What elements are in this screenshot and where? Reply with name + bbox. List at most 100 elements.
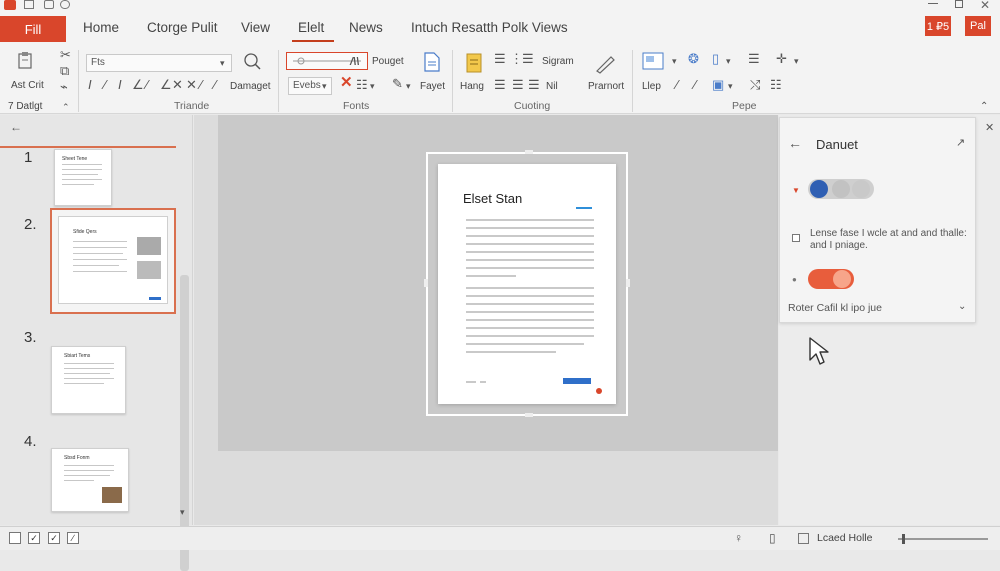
tab-elelt[interactable]: Elelt xyxy=(298,20,324,35)
toggle-switch-1[interactable] xyxy=(808,179,874,199)
fayet-button[interactable]: Fayet xyxy=(420,81,445,92)
slide-thumbnail-2-selected[interactable]: Sfide Qers xyxy=(50,208,176,314)
nil-button[interactable]: Nil xyxy=(546,81,558,92)
prarnort-button[interactable]: Prarnort xyxy=(588,81,624,92)
hang-button[interactable]: Hang xyxy=(460,81,484,92)
zoom-slider-thumb[interactable] xyxy=(902,534,905,544)
slide-thumbnail-3[interactable]: Sbiart Tems xyxy=(51,346,126,414)
delete-icon[interactable]: ✕ xyxy=(340,75,353,90)
hang-icon[interactable] xyxy=(464,52,486,74)
cut-icon[interactable]: ✂ xyxy=(60,48,71,62)
resize-handle-top[interactable] xyxy=(525,150,533,154)
close-pane-icon[interactable]: ✕ xyxy=(985,121,994,135)
share-button[interactable]: Pal xyxy=(965,16,991,36)
layout-icon[interactable] xyxy=(642,52,664,72)
minimize-icon[interactable] xyxy=(928,3,938,4)
bold-italic-icon[interactable]: /\\ xyxy=(350,55,359,69)
panel-dropdown[interactable]: Roter Cafil kl ipo jue xyxy=(788,302,882,314)
slide-thumbnail-4[interactable]: Sbsd Fonm xyxy=(51,448,129,512)
clear-format-icon[interactable]: ✕ xyxy=(172,78,183,92)
panel-checkbox[interactable] xyxy=(792,234,800,242)
page-chevron-icon[interactable]: ▾ xyxy=(726,54,731,68)
strikethrough-icon[interactable]: ⁄ xyxy=(104,78,106,92)
format-painter-icon[interactable]: ⌁ xyxy=(60,80,68,94)
fit-slide-icon[interactable] xyxy=(798,533,809,544)
llep-button[interactable]: Llep xyxy=(642,81,661,92)
pencil-chevron-icon[interactable]: ▾ xyxy=(406,79,411,93)
plus-chevron-icon[interactable]: ▾ xyxy=(794,54,799,68)
resize-handle-bottom[interactable] xyxy=(525,413,533,417)
tab-view[interactable]: View xyxy=(241,20,270,35)
toggle-switch-2[interactable] xyxy=(808,269,854,289)
restore-icon[interactable] xyxy=(955,0,963,8)
quick-access-icon[interactable] xyxy=(44,0,54,9)
chevron-up-icon[interactable]: ⌃ xyxy=(62,100,70,114)
image-chevron-icon[interactable]: ▾ xyxy=(728,79,733,93)
page-action-button[interactable] xyxy=(563,378,591,384)
panel-chevron-down-icon[interactable]: ⌄ xyxy=(958,300,966,314)
brush-icon[interactable]: ∕ xyxy=(676,78,678,92)
tab-home[interactable]: Home xyxy=(83,20,119,35)
format-icon-3[interactable]: ∠ xyxy=(160,78,172,92)
pencil-icon[interactable]: ✎ xyxy=(392,77,403,91)
clipboard-label[interactable]: Ast Crit xyxy=(11,80,44,91)
pen-icon[interactable]: ∕ xyxy=(200,78,202,92)
layout-chevron-icon[interactable]: ▾ xyxy=(672,54,677,68)
account-button[interactable]: 1 ₽5 xyxy=(925,16,951,36)
theme-icon[interactable]: ❂ xyxy=(688,52,699,66)
pen-icon-2[interactable]: ∕ xyxy=(214,78,216,92)
justify-icon[interactable]: ☰ xyxy=(494,78,506,92)
pouget-button[interactable]: Pouget xyxy=(372,56,404,67)
sigram-button[interactable]: Sigram xyxy=(542,56,574,67)
clear-format-icon-2[interactable]: ✕ xyxy=(186,78,197,92)
tab-file[interactable]: Fill xyxy=(0,16,66,42)
back-arrow-icon[interactable]: ← xyxy=(10,120,22,134)
chevron-down-icon[interactable]: ▾ xyxy=(220,56,225,70)
collapse-ribbon-icon[interactable]: ⌃ xyxy=(980,100,988,114)
format-icon-2[interactable]: ⁄ xyxy=(146,78,148,92)
undo-icon[interactable] xyxy=(60,0,70,9)
notes-icon[interactable]: ♀ xyxy=(734,531,743,545)
panel-back-icon[interactable]: ← xyxy=(788,136,802,150)
list-bullets-icon[interactable]: ☰ xyxy=(748,52,760,66)
zoom-slider[interactable] xyxy=(898,534,988,544)
view-outline-icon[interactable]: ✓ xyxy=(28,532,40,544)
align-center-icon[interactable]: ☰ xyxy=(522,52,534,66)
style-chevron-down-icon[interactable]: ▾ xyxy=(322,79,327,93)
table-icon[interactable]: ☷ xyxy=(770,78,782,92)
close-window-icon[interactable]: ✕ xyxy=(980,0,990,12)
page-icon[interactable]: ▯ xyxy=(712,52,719,66)
save-icon[interactable] xyxy=(24,0,34,9)
brush-icon-2[interactable]: ∕ xyxy=(694,78,696,92)
draw-icon[interactable] xyxy=(594,52,616,74)
tab-news[interactable]: News xyxy=(349,20,383,35)
plus-icon[interactable]: ✛ xyxy=(776,52,787,66)
grid-chevron-icon[interactable]: ▾ xyxy=(370,79,375,93)
view-sorter-icon[interactable]: ✓ xyxy=(48,532,60,544)
font-name-input[interactable]: Fts xyxy=(86,54,232,72)
pin-icon[interactable]: ↗ xyxy=(956,136,965,150)
comments-icon[interactable]: ▯ xyxy=(769,531,776,545)
tab-intuch[interactable]: Intuch Resatth Polk Views xyxy=(411,20,568,35)
italic-icon-2[interactable]: I xyxy=(118,78,122,92)
view-normal-icon[interactable] xyxy=(9,532,21,544)
image-icon[interactable]: ▣ xyxy=(712,78,724,92)
tab-ctorge-pulit[interactable]: Ctorge Pulit xyxy=(147,20,218,35)
shuffle-icon[interactable]: ⤭ xyxy=(750,78,760,92)
grid-icon[interactable]: ☷ xyxy=(356,78,368,92)
columns-icon[interactable]: ☰ xyxy=(528,78,540,92)
format-icon-1[interactable]: ∠ xyxy=(132,78,144,92)
resize-handle-left[interactable] xyxy=(424,279,428,287)
resize-handle-right[interactable] xyxy=(626,279,630,287)
paste-icon[interactable] xyxy=(16,52,36,70)
damaget-button[interactable]: Damaget xyxy=(230,81,271,92)
document-page[interactable]: Elset Stan xyxy=(438,164,616,404)
italic-icon[interactable]: I xyxy=(88,78,92,92)
indent-icon[interactable]: ☰ xyxy=(512,78,524,92)
search-icon[interactable] xyxy=(243,52,263,72)
scroll-down-icon[interactable]: ▾ xyxy=(180,505,185,519)
view-reading-icon[interactable]: ∕ xyxy=(67,532,79,544)
document-icon[interactable] xyxy=(424,52,440,72)
align-left-icon[interactable]: ☰ xyxy=(494,52,506,66)
slide-thumbnail-1[interactable]: Sheet Tene xyxy=(54,149,112,206)
